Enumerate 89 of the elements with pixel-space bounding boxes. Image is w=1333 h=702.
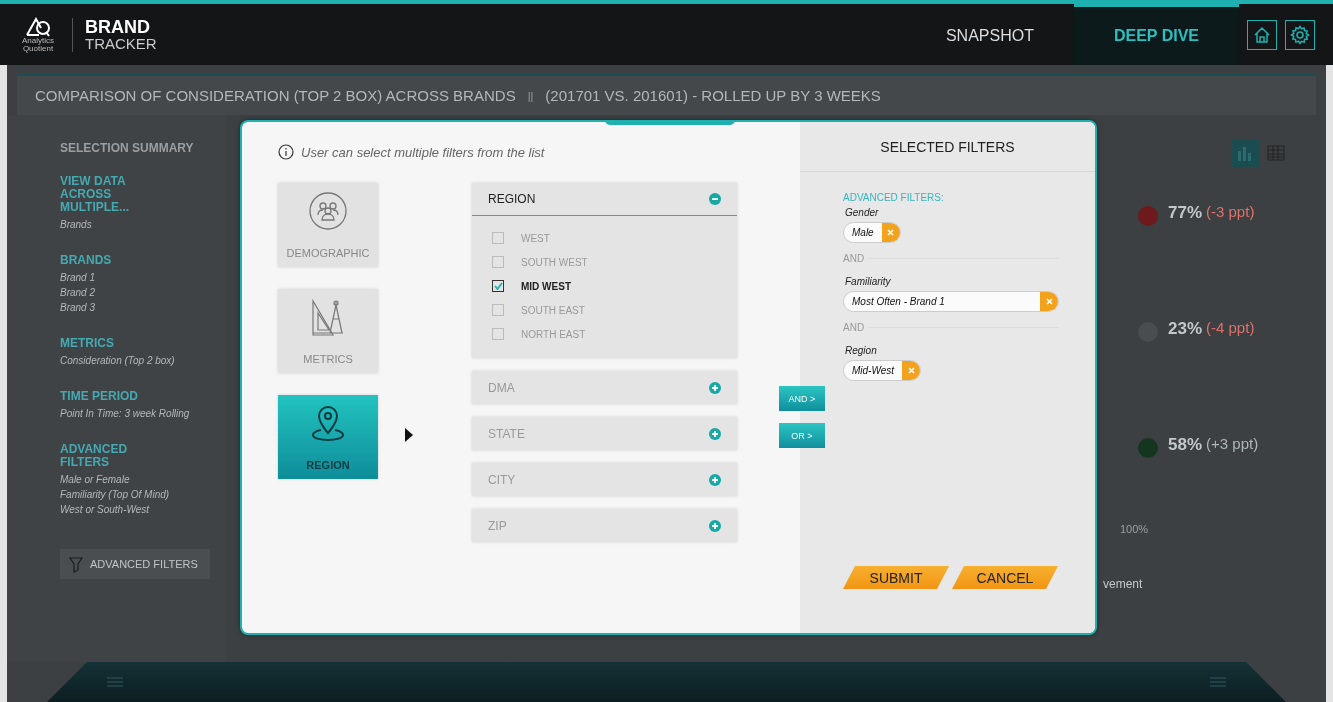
panel-title: SELECTED FILTERS [800,122,1095,172]
plus-icon [709,427,721,440]
summary-item: Familiarity (Top Of Mind) [60,488,171,502]
region-option[interactable]: WEST [492,232,737,244]
group-header[interactable]: REGION [472,183,737,216]
advanced-filters-button[interactable]: ADVANCED FILTERS [60,549,210,579]
app-title: BRAND [85,17,151,36]
operator-button[interactable]: AND > [779,386,825,411]
home-button[interactable] [1247,19,1277,50]
filter-chip[interactable]: Male [843,222,901,243]
group-header[interactable]: STATE [472,417,737,450]
summary-heading: BRANDS [60,254,113,267]
close-icon[interactable] [907,367,915,374]
logo-caption: Analytics Quotient [21,36,55,53]
checkbox[interactable] [492,232,504,244]
checkbox[interactable] [492,304,504,316]
region-option[interactable]: MID WEST [492,280,737,292]
table-icon [1267,145,1285,161]
app-subtitle: TRACKER [85,35,157,52]
region-option[interactable]: SOUTH WEST [492,256,737,268]
group-header[interactable]: DMA [472,371,737,404]
menu-icon[interactable] [107,677,123,687]
minus-icon [709,193,721,205]
category-tile[interactable]: DEMOGRAPHIC [278,183,378,267]
plus-icon [709,381,721,394]
filter-label: Region [845,345,878,356]
check-icon [493,282,503,290]
location-pin-icon [310,403,346,443]
summary-item: Point In Time: 3 week Rolling [60,407,191,421]
filter-chip[interactable]: Most Often - Brand 1 [843,291,1059,312]
section-label: ADVANCED FILTERS: [843,192,945,203]
filter-chip[interactable]: Mid-West [843,360,922,381]
checkbox[interactable] [492,280,504,292]
close-icon[interactable] [887,229,895,236]
axis-label: 100% [1120,523,1149,535]
summary-item: Brands [60,218,93,232]
nav-tab[interactable]: DEEP DIVE [1073,4,1239,65]
hint-text: User can select multiple filters from the list [301,144,545,160]
settings-button[interactable] [1285,19,1315,50]
pointer-icon [405,428,413,442]
summary-title: SELECTION SUMMARY [60,141,195,155]
summary-item: Brand 3 [60,301,97,315]
checkbox[interactable] [492,256,504,268]
page-title: COMPARISON OF CONSIDERATION (TOP 2 BOX) ACROSS BRANDS [35,87,516,104]
summary-heading: VIEW DATA ACROSS MULTIPLE... [60,175,131,214]
view-toggle-button[interactable] [1232,139,1260,167]
group-header[interactable]: ZIP [472,509,737,542]
filter-label: Familiarity [845,276,892,287]
plus-icon [709,473,721,486]
result-change: (-3 ppt) [1206,203,1255,220]
category-tile[interactable]: METRICS [278,289,378,373]
summary-heading: TIME PERIOD [60,390,139,403]
page-subtitle: (201701 VS. 201601) - ROLLED UP BY 3 WEEKS [545,87,881,104]
category-tile[interactable]: REGION [278,395,378,479]
summary-heading: METRICS [60,337,115,350]
settings-icon [1290,24,1310,45]
summary-heading: ADVANCED FILTERS [60,443,129,469]
menu-icon[interactable] [1210,677,1226,687]
result-value: 23% [1168,319,1203,339]
filter-icon [68,555,84,573]
summary-item: West or South-West [60,503,151,517]
logo-icon [25,16,51,37]
chart-caption: vement [1103,577,1143,591]
plus-icon [709,519,721,532]
connector-label: AND [843,253,865,264]
summary-item: Male or Female [60,473,131,487]
result-change: (+3 ppt) [1206,435,1259,452]
action-button[interactable]: SUBMIT [843,566,949,589]
region-option[interactable]: SOUTH EAST [492,304,737,316]
summary-item: Consideration (Top 2 box) [60,354,176,368]
home-icon [1253,25,1271,44]
group-header[interactable]: CITY [472,463,737,496]
close-icon[interactable] [1045,298,1053,305]
operator-button[interactable]: OR > [779,423,825,448]
nav-tab[interactable]: SNAPSHOT [905,4,1074,65]
filter-label: Gender [845,207,880,218]
action-button[interactable]: CANCEL [952,566,1058,589]
info-icon [278,144,294,160]
ruler-compass-icon [310,297,346,337]
people-icon [308,191,348,231]
summary-item: Brand 1 [60,271,97,285]
result-change: (-4 ppt) [1206,319,1255,336]
checkbox[interactable] [492,328,504,340]
result-value: 58% [1168,435,1203,455]
region-option[interactable]: NORTH EAST [492,328,737,340]
result-value: 77% [1168,203,1203,223]
title-separator: || [527,89,534,102]
connector-label: AND [843,322,865,333]
summary-item: Brand 2 [60,286,97,300]
